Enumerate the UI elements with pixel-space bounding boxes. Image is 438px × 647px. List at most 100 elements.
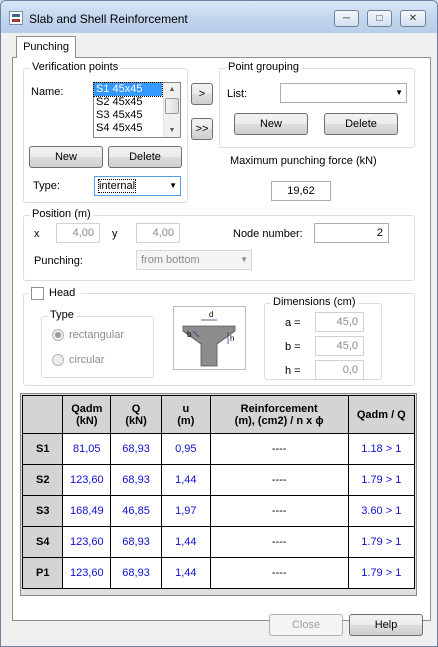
q-cell: 68,93	[110, 557, 162, 589]
a-field[interactable]: 45,0	[315, 312, 364, 332]
row-id[interactable]: S3	[21, 495, 64, 527]
ratio-cell: 1.18 > 1	[347, 433, 416, 465]
close-window-button[interactable]: ✕	[400, 10, 426, 27]
ratio-cell: 3.60 > 1	[347, 495, 416, 527]
punching-dropdown[interactable]: from bottom ▼	[136, 250, 252, 270]
help-button[interactable]: Help	[349, 614, 423, 636]
diagram-b-label: b	[187, 330, 192, 339]
scroll-thumb[interactable]	[165, 98, 179, 114]
delete-point-button[interactable]: Delete	[108, 146, 182, 168]
qadm-cell: 123,60	[62, 526, 112, 558]
table-row[interactable]: S1 81,05 68,93 0,95 ---- 1.18 > 1	[21, 433, 416, 465]
circular-label: circular	[69, 354, 105, 366]
reinforcement-cell: ----	[209, 464, 349, 496]
list-item[interactable]: S3 45x45	[94, 109, 162, 122]
circular-radio[interactable]	[52, 354, 64, 366]
row-id[interactable]: P1	[21, 557, 64, 589]
new-point-button[interactable]: New	[29, 146, 103, 168]
head-type-legend: Type	[48, 309, 76, 321]
corner-header	[21, 395, 64, 434]
move-all-button[interactable]: >>	[191, 118, 213, 140]
qadm-cell: 123,60	[62, 464, 112, 496]
reinforcement-cell: ----	[209, 495, 349, 527]
list-item[interactable]: S1 45x45	[93, 82, 163, 97]
type-label: Type:	[33, 180, 60, 192]
table-row[interactable]: S4 123,60 68,93 1,44 ---- 1.79 > 1	[21, 526, 416, 558]
tab-punching[interactable]: Punching	[16, 36, 76, 58]
max-punching-force-value: 19,62	[271, 181, 331, 201]
diagram-d-label: d	[209, 310, 213, 319]
column-head-diagram-icon: d b h	[173, 306, 246, 370]
app-icon	[9, 11, 23, 25]
max-punching-force-label: Maximum punching force (kN)	[230, 155, 377, 167]
head-label: Head	[49, 287, 76, 299]
results-table: Qadm (kN) Q (kN) u (m) Reinforcement (m)…	[21, 395, 416, 589]
verification-points-list[interactable]: S1 45x45 S2 45x45 S3 45x45 S4 45x45 ▲ ▼	[93, 82, 181, 138]
u-cell: 1,97	[160, 495, 211, 527]
delete-group-button[interactable]: Delete	[324, 113, 398, 135]
q-header: Q (kN)	[110, 395, 162, 434]
reinforcement-cell: ----	[209, 433, 349, 465]
qadm-cell: 123,60	[62, 557, 112, 589]
list-label: List:	[227, 88, 248, 100]
u-cell: 1,44	[160, 464, 211, 496]
u-cell: 0,95	[160, 433, 211, 465]
b-field[interactable]: 45,0	[315, 336, 364, 356]
q-cell: 68,93	[110, 433, 162, 465]
ratio-cell: 1.79 > 1	[347, 464, 416, 496]
node-number-field[interactable]: 2	[314, 223, 389, 243]
list-item[interactable]: S4 45x45	[94, 122, 162, 135]
row-id[interactable]: S4	[21, 526, 64, 558]
reinforcement-header: Reinforcement (m), (cm2) / n x ϕ	[209, 395, 349, 434]
u-cell: 1,44	[160, 526, 211, 558]
h-field[interactable]: 0,0	[315, 360, 364, 380]
dimensions-legend: Dimensions (cm)	[271, 296, 358, 308]
q-cell: 68,93	[110, 526, 162, 558]
table-row[interactable]: S2 123,60 68,93 1,44 ---- 1.79 > 1	[21, 464, 416, 496]
row-id[interactable]: S2	[21, 464, 64, 496]
rectangular-radio[interactable]	[52, 329, 64, 341]
punching-value: from bottom	[141, 254, 200, 266]
u-header: u (m)	[160, 395, 211, 434]
qadm-cell: 168,49	[62, 495, 112, 527]
close-button[interactable]: Close	[269, 614, 343, 636]
move-one-button[interactable]: >	[191, 83, 213, 105]
diagram-h-label: h	[230, 334, 234, 343]
maximize-button[interactable]: □	[367, 10, 392, 27]
punching-label: Punching:	[34, 255, 83, 267]
scroll-up-icon[interactable]: ▲	[164, 83, 180, 96]
table-row[interactable]: P1 123,60 68,93 1,44 ---- 1.79 > 1	[21, 557, 416, 589]
row-id[interactable]: S1	[21, 433, 64, 465]
dialog-client: Punching Verification points Name: S1 45…	[8, 35, 431, 639]
h-label: h =	[285, 365, 301, 377]
minimize-button[interactable]: ─	[334, 10, 359, 27]
y-field[interactable]: 4,00	[136, 223, 180, 243]
head-checkbox[interactable]	[31, 287, 44, 300]
list-scrollbar[interactable]: ▲ ▼	[163, 83, 180, 137]
type-dropdown[interactable]: internal ▼	[94, 176, 181, 196]
group-list-dropdown[interactable]: ▼	[280, 83, 407, 103]
x-label: x	[34, 228, 40, 240]
x-field[interactable]: 4,00	[56, 223, 100, 243]
table-row[interactable]: S3 168,49 46,85 1,97 ---- 3.60 > 1	[21, 495, 416, 527]
title-bar[interactable]: Slab and Shell Reinforcement ─ □ ✕	[1, 1, 437, 33]
position-legend: Position (m)	[30, 208, 93, 220]
window-title: Slab and Shell Reinforcement	[29, 12, 188, 26]
type-value: internal	[97, 179, 137, 193]
ratio-cell: 1.79 > 1	[347, 526, 416, 558]
reinforcement-cell: ----	[209, 557, 349, 589]
a-label: a =	[285, 317, 301, 329]
u-cell: 1,44	[160, 557, 211, 589]
list-item[interactable]: S2 45x45	[94, 96, 162, 109]
head-type-group: Type	[41, 309, 154, 378]
chevron-down-icon: ▼	[395, 88, 403, 97]
reinforcement-cell: ----	[209, 526, 349, 558]
node-number-label: Node number:	[233, 228, 303, 240]
y-label: y	[112, 228, 118, 240]
scroll-down-icon[interactable]: ▼	[164, 124, 180, 137]
b-label: b =	[285, 341, 301, 353]
tab-page-punching: Verification points Name: S1 45x45 S2 45…	[12, 57, 431, 621]
q-cell: 68,93	[110, 464, 162, 496]
name-label: Name:	[31, 86, 64, 98]
new-group-button[interactable]: New	[234, 113, 308, 135]
